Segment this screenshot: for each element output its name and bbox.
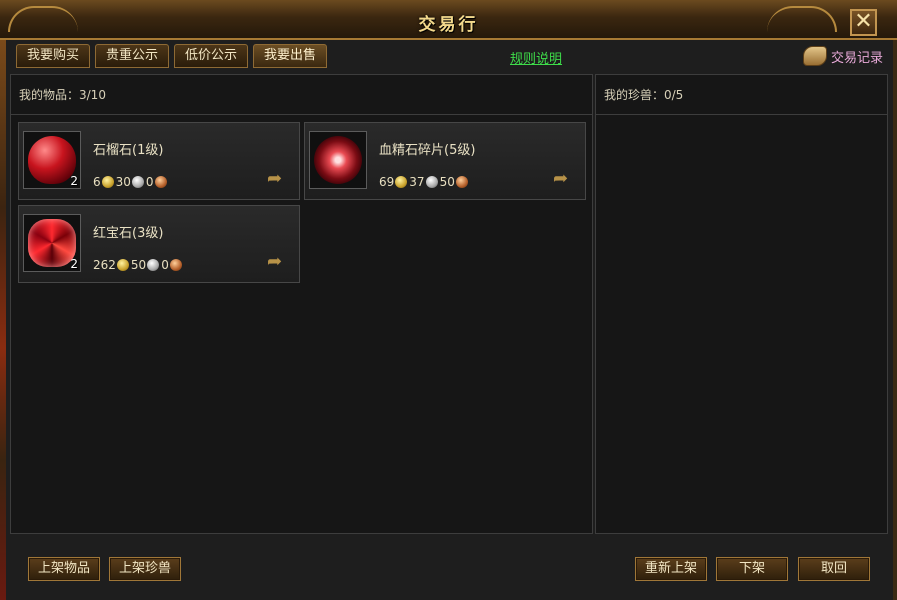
price-silver: 30 xyxy=(115,175,131,189)
price-copper: 50 xyxy=(439,175,455,189)
price-gold: 69 xyxy=(379,175,395,189)
retrieve-button[interactable]: 取回 xyxy=(798,557,870,581)
item-quantity: 2 xyxy=(70,257,78,271)
list-item-button[interactable]: 上架物品 xyxy=(28,557,100,581)
silver-coin-icon xyxy=(425,176,438,188)
price-gold: 262 xyxy=(93,258,116,272)
share-arrow-icon[interactable]: ➦ xyxy=(267,253,289,271)
price-silver: 50 xyxy=(130,258,147,272)
delist-button[interactable]: 下架 xyxy=(716,557,788,581)
left-border-decoration xyxy=(0,40,6,600)
my-items-header: 我的物品：3/10 xyxy=(11,75,592,115)
ruby-gem-icon xyxy=(28,219,76,267)
tab-buy[interactable]: 我要购买 xyxy=(16,44,91,68)
tab-low-price-notice[interactable]: 低价公示 xyxy=(174,44,249,68)
copper-coin-icon xyxy=(169,259,182,271)
item-name: 血精石碎片(5级) xyxy=(379,143,476,158)
item-card[interactable]: 2 石榴石(1级) 6 30 0 ➦ xyxy=(18,122,300,200)
item-slot[interactable]: 2 xyxy=(23,131,81,189)
rules-link[interactable]: 规则说明 xyxy=(510,48,562,67)
share-arrow-icon[interactable]: ➦ xyxy=(553,170,575,188)
copper-coin-icon xyxy=(455,176,468,188)
list-pet-button[interactable]: 上架珍兽 xyxy=(109,557,181,581)
price-silver: 37 xyxy=(409,175,425,189)
tab-bar: 我要购买 贵重公示 低价公示 我要出售 xyxy=(16,44,328,68)
item-slot[interactable]: 2 xyxy=(23,214,81,272)
item-slot[interactable] xyxy=(309,131,367,189)
silver-coin-icon xyxy=(147,259,160,271)
item-price: 6 30 0 xyxy=(93,175,169,189)
price-copper: 0 xyxy=(161,258,169,272)
price-copper: 0 xyxy=(145,175,154,189)
share-arrow-icon[interactable]: ➦ xyxy=(267,170,289,188)
close-button[interactable]: ✕ xyxy=(850,9,877,36)
item-card[interactable]: 2 红宝石(3级) 262 50 0 ➦ xyxy=(18,205,300,283)
title-bar: 交易行 ✕ xyxy=(0,0,897,40)
tab-valuable-notice[interactable]: 贵重公示 xyxy=(95,44,170,68)
item-name: 红宝石(3级) xyxy=(93,226,164,241)
item-card[interactable]: 血精石碎片(5级) 69 37 50 ➦ xyxy=(304,122,586,200)
garnet-gem-icon xyxy=(28,136,76,184)
relist-button[interactable]: 重新上架 xyxy=(635,557,707,581)
item-name: 石榴石(1级) xyxy=(93,143,164,158)
tab-sell[interactable]: 我要出售 xyxy=(253,44,328,68)
price-gold: 6 xyxy=(93,175,101,189)
my-items-panel: 我的物品：3/10 2 石榴石(1级) 6 30 0 ➦ 血精石碎片(5级) 6… xyxy=(10,74,593,534)
gold-coin-icon xyxy=(116,259,129,271)
item-price: 262 50 0 xyxy=(93,258,184,272)
my-pets-panel: 我的珍兽：0/5 xyxy=(595,74,888,534)
silver-coin-icon xyxy=(131,176,144,188)
trade-record-label: 交易记录 xyxy=(830,50,883,66)
blood-essence-stone-icon xyxy=(314,136,362,184)
scroll-icon xyxy=(802,46,827,66)
item-price: 69 37 50 xyxy=(379,175,470,189)
copper-coin-icon xyxy=(154,176,167,188)
window-title: 交易行 xyxy=(418,15,479,35)
my-pets-header: 我的珍兽：0/5 xyxy=(596,75,887,115)
trade-record-button[interactable]: 交易记录 xyxy=(802,46,883,66)
item-quantity: 2 xyxy=(70,174,78,188)
gold-coin-icon xyxy=(395,176,408,188)
gold-coin-icon xyxy=(101,176,114,188)
